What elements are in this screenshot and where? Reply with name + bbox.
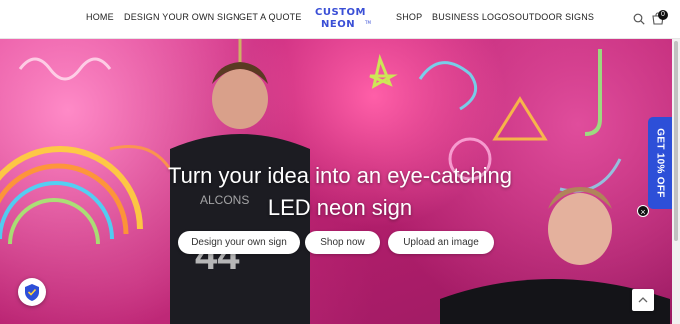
nav-outdoor-signs[interactable]: OUTDOOR SIGNS	[515, 12, 594, 22]
logo-line1: CUSTOM	[315, 7, 366, 18]
hero-headline-line2: LED neon sign	[267, 195, 413, 220]
site-header: HOME DESIGN YOUR OWN SIGN GET A QUOTE CU…	[0, 0, 680, 39]
nav-home[interactable]: HOME	[86, 12, 114, 22]
nav-get-a-quote[interactable]: GET A QUOTE	[239, 12, 302, 22]
chevron-up-icon	[638, 297, 648, 303]
get-discount-label: GET 10% OFF	[654, 128, 666, 198]
design-your-own-sign-button[interactable]: Design your own sign	[178, 231, 300, 254]
logo-line2: NEON	[321, 19, 356, 30]
nav-business-logos[interactable]: BUSINESS LOGOS	[432, 12, 515, 22]
site-logo[interactable]: CUSTOM NEON TM	[313, 7, 377, 33]
nav-shop[interactable]: SHOP	[396, 12, 422, 22]
search-icon[interactable]	[633, 13, 645, 25]
scroll-to-top-button[interactable]	[632, 289, 654, 311]
logo-trademark: TM	[365, 20, 371, 25]
shield-badge-icon[interactable]	[18, 278, 46, 306]
hero-banner: ALCONS 44 Turn your idea into an eye-cat…	[0, 39, 680, 324]
scrollbar-thumb[interactable]	[674, 41, 678, 241]
get-discount-tab[interactable]: GET 10% OFF	[648, 117, 672, 209]
shop-now-button[interactable]: Shop now	[305, 231, 380, 254]
cart-count-badge: 0	[658, 10, 668, 20]
nav-design-your-own-sign[interactable]: DESIGN YOUR OWN SIGN	[124, 12, 240, 22]
close-icon[interactable]: ×	[637, 205, 649, 217]
hero-headline-line1: Turn your idea into an eye-catching	[167, 163, 513, 188]
upload-an-image-button[interactable]: Upload an image	[388, 231, 494, 254]
